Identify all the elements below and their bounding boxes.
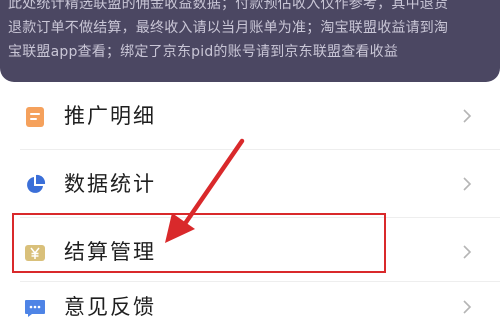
notice-banner: 此处统计精选联盟的佣金收益数据；付款预估收入仅作参考，其中退货 退款订单不做结算… bbox=[0, 0, 500, 82]
notice-line-3: 宝联盟app查看；绑定了京东pid的账号请到京东联盟查看收益 bbox=[8, 44, 399, 60]
chevron-right-icon bbox=[463, 177, 472, 191]
menu-item-promotion-details[interactable]: 推广明细 bbox=[0, 82, 500, 150]
menu-item-label: 意见反馈 bbox=[64, 295, 156, 319]
notice-line-2: 退款订单不做结算，最终收入请以当月账单为准；淘宝联盟收益请到淘 bbox=[8, 20, 449, 36]
chevron-right-icon bbox=[463, 109, 472, 123]
notice-line-1: 此处统计精选联盟的佣金收益数据；付款预估收入仅作参考，其中退货 bbox=[8, 0, 449, 12]
menu-item-data-statistics[interactable]: 数据统计 bbox=[0, 150, 500, 218]
message-icon bbox=[25, 300, 45, 317]
menu-item-label: 推广明细 bbox=[64, 104, 156, 128]
pie-chart-icon bbox=[27, 174, 46, 193]
menu-item-feedback[interactable]: 意见反馈 bbox=[0, 282, 500, 330]
menu-item-label: 数据统计 bbox=[64, 172, 156, 196]
annotation-highlight-box bbox=[12, 213, 386, 273]
notice-text: 此处统计精选联盟的佣金收益数据；付款预估收入仅作参考，其中退货 退款订单不做结算… bbox=[8, 0, 492, 64]
chevron-right-icon bbox=[463, 300, 472, 314]
chevron-right-icon bbox=[463, 245, 472, 259]
document-icon bbox=[26, 107, 44, 127]
